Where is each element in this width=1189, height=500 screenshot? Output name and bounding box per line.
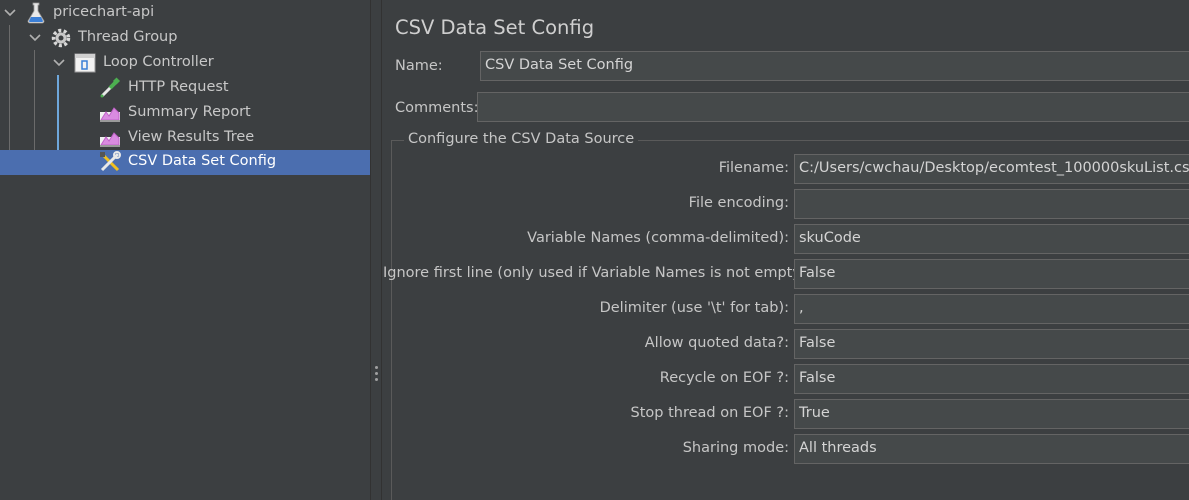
csv-config-panel: CSV Data Set Config Name: CSV Data Set C… — [383, 0, 1189, 500]
pipette-icon — [99, 77, 121, 99]
tree-item-thread-group[interactable]: Thread Group — [0, 26, 370, 51]
allow-quoted-field[interactable]: False — [794, 329, 1189, 359]
tree-item-test-plan[interactable]: pricechart-api — [0, 1, 370, 26]
group-title: Configure the CSV Data Source — [404, 131, 639, 147]
config-row-variable-names: Variable Names (comma-delimited): skuCod… — [383, 224, 1189, 254]
config-row-allow-quoted: Allow quoted data?: False — [383, 329, 1189, 359]
config-row-file-encoding: File encoding: — [383, 189, 1189, 219]
tree-item-csv-data-set-config[interactable]: CSV Data Set Config — [0, 150, 370, 175]
tree-item-view-results-tree[interactable]: View Results Tree — [0, 126, 370, 151]
config-row-sharing-mode: Sharing mode: All threads — [383, 434, 1189, 464]
chevron-down-icon[interactable] — [28, 31, 42, 45]
variable-names-label: Variable Names (comma-delimited): — [527, 230, 789, 246]
flask-icon — [25, 2, 47, 24]
file-encoding-label: File encoding: — [688, 195, 789, 211]
ignore-first-line-field[interactable]: False — [794, 259, 1189, 289]
sharing-mode-label: Sharing mode: — [682, 440, 789, 456]
splitter-grip-dot — [375, 372, 378, 375]
tools-icon — [99, 151, 121, 173]
chevron-down-icon[interactable] — [52, 56, 66, 70]
tree-item-label: pricechart-api — [53, 4, 155, 20]
jmeter-window: pricechart-api Thread Group Loop Control… — [0, 0, 1189, 500]
delimiter-label: Delimiter (use '\t' for tab): — [599, 300, 789, 316]
stop-thread-eof-label: Stop thread on EOF ?: — [630, 405, 790, 421]
tree-item-http-request[interactable]: HTTP Request — [0, 76, 370, 101]
tree-item-label: View Results Tree — [128, 129, 255, 145]
config-row-filename: Filename: C:/Users/cwchau/Desktop/ecomte… — [383, 154, 1189, 184]
config-row-delimiter: Delimiter (use '\t' for tab): , — [383, 294, 1189, 324]
gear-icon — [50, 27, 72, 49]
splitter-grip-dot — [375, 378, 378, 381]
variable-names-field[interactable]: skuCode — [794, 224, 1189, 254]
report-chart-icon — [99, 127, 121, 149]
config-row-ignore-first-line: Ignore first line (only used if Variable… — [383, 259, 1189, 289]
tree-item-summary-report[interactable]: Summary Report — [0, 101, 370, 126]
filename-field[interactable]: C:/Users/cwchau/Desktop/ecomtest_100000s… — [794, 154, 1189, 184]
tree-item-label: Summary Report — [128, 104, 251, 120]
tree-item-label: HTTP Request — [128, 79, 229, 95]
report-chart-icon — [99, 102, 121, 124]
recycle-eof-field[interactable]: False — [794, 364, 1189, 394]
panel-splitter[interactable] — [370, 0, 382, 500]
tree-item-label: CSV Data Set Config — [128, 153, 277, 169]
name-field[interactable]: CSV Data Set Config — [480, 51, 1189, 81]
sharing-mode-field[interactable]: All threads — [794, 434, 1189, 464]
recycle-eof-label: Recycle on EOF ?: — [659, 370, 789, 386]
config-row-recycle-eof: Recycle on EOF ?: False — [383, 364, 1189, 394]
splitter-grip-dot — [375, 366, 378, 369]
test-plan-tree: pricechart-api Thread Group Loop Control… — [0, 0, 370, 500]
name-label: Name: — [395, 58, 443, 74]
tree-item-label: Loop Controller — [103, 54, 214, 70]
comments-field[interactable] — [477, 92, 1189, 122]
loop-controller-icon — [74, 52, 96, 74]
comments-label: Comments: — [395, 100, 479, 116]
config-row-stop-thread-eof: Stop thread on EOF ?: True — [383, 399, 1189, 429]
file-encoding-field[interactable] — [794, 189, 1189, 219]
delimiter-field[interactable]: , — [794, 294, 1189, 324]
allow-quoted-label: Allow quoted data?: — [644, 335, 789, 351]
stop-thread-eof-field[interactable]: True — [794, 399, 1189, 429]
tree-item-label: Thread Group — [78, 29, 178, 45]
chevron-down-icon[interactable] — [3, 6, 17, 20]
ignore-first-line-label: Ignore first line (only used if Variable… — [383, 265, 812, 281]
filename-label: Filename: — [718, 160, 789, 176]
tree-item-loop-controller[interactable]: Loop Controller — [0, 51, 370, 76]
page-title: CSV Data Set Config — [395, 16, 595, 39]
